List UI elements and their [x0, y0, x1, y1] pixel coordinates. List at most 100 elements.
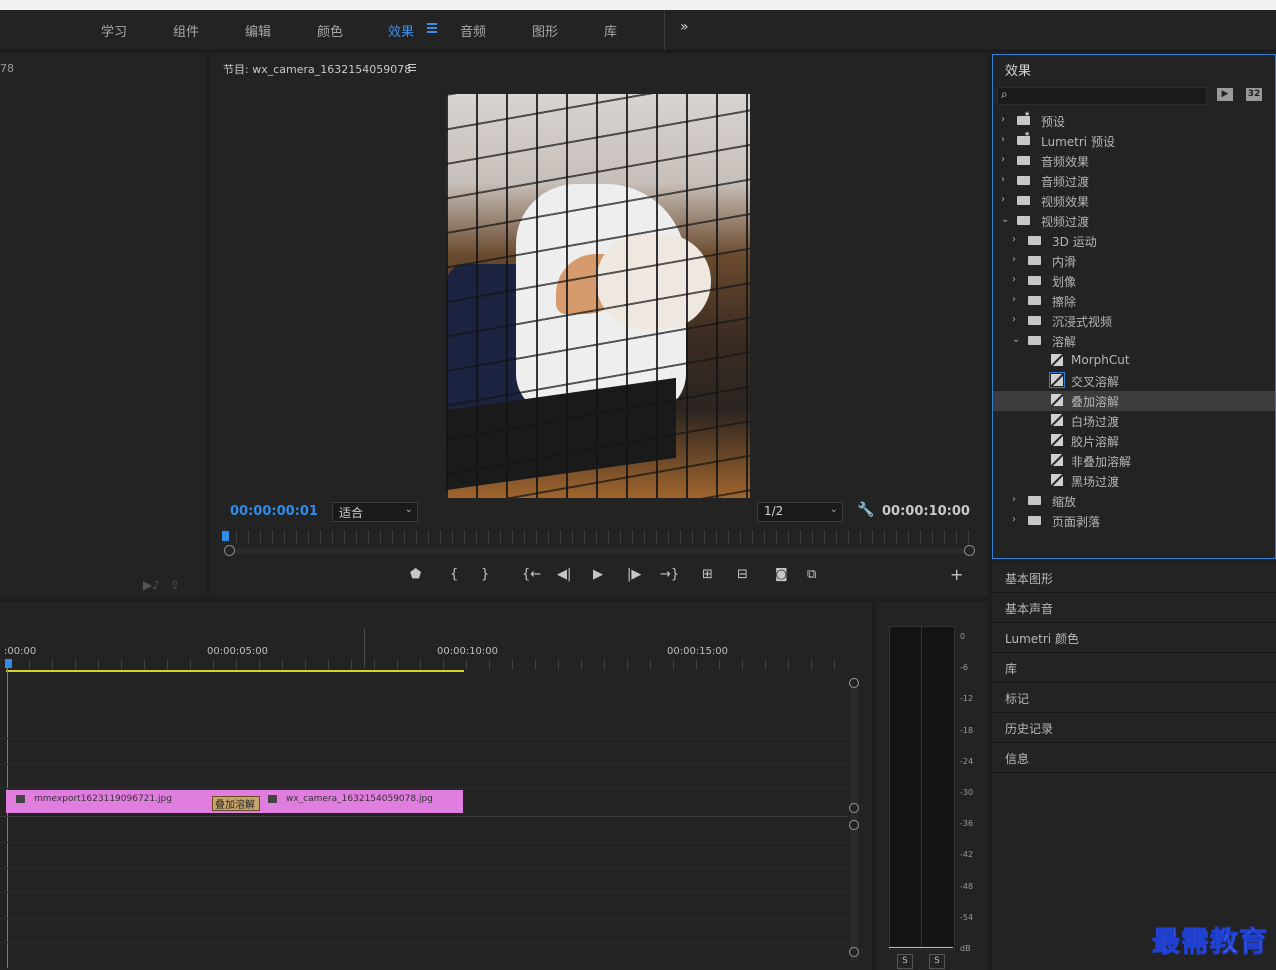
effects-tree-item[interactable]: ⌄ 溶解	[993, 331, 1275, 351]
step-back-icon[interactable]: ◀|	[557, 567, 571, 582]
add-icon[interactable]: +	[950, 565, 963, 584]
workspace-tab-learn[interactable]: 学习	[101, 21, 127, 40]
chevron-right-icon[interactable]: ›	[1012, 494, 1016, 505]
workspace-tab-assembly[interactable]: 组件	[173, 21, 199, 40]
effects-tree-item[interactable]: › 缩放	[993, 491, 1275, 511]
settings-wrench-icon[interactable]: 🔧	[857, 502, 874, 518]
effects-tree-label: 溶解	[1052, 335, 1077, 349]
workspace-more-icon[interactable]: »	[680, 19, 689, 35]
workspace-tab-graphics[interactable]: 图形	[532, 21, 558, 40]
zoom-handle-left[interactable]	[224, 545, 235, 556]
scroll-handle[interactable]	[849, 678, 859, 688]
workspace-tab-effects[interactable]: 效果	[388, 21, 414, 40]
effects-tree-item[interactable]: › 沉浸式视频	[993, 311, 1275, 331]
chevron-down-icon[interactable]: ⌄	[1001, 214, 1009, 225]
marker-icon[interactable]: ⬟	[410, 567, 421, 582]
play-icon[interactable]: ▶	[593, 567, 603, 582]
workspace-tab-audio[interactable]: 音频	[460, 21, 486, 40]
accelerated-effects-icon[interactable]: ▶	[1217, 88, 1233, 101]
effects-tree-item[interactable]: 黑场过渡	[993, 471, 1275, 491]
effects-search-input[interactable]: ⌕	[997, 87, 1207, 105]
collapsed-panel-header[interactable]: 库	[992, 653, 1276, 683]
lift-icon[interactable]: ⊞	[702, 567, 713, 582]
effects-tree-item[interactable]: 叠加溶解	[993, 391, 1275, 411]
go-to-out-icon[interactable]: →}	[660, 567, 679, 582]
solo-button-left[interactable]: S	[897, 954, 913, 969]
chevron-right-icon[interactable]: ›	[1012, 314, 1016, 325]
effects-tree-item[interactable]: › 3D 运动	[993, 231, 1275, 251]
compare-icon[interactable]: ⧉	[807, 567, 816, 582]
scroll-handle[interactable]	[849, 820, 859, 830]
collapsed-panel-header[interactable]: 信息	[992, 743, 1276, 773]
meter-db-label: -54	[960, 912, 974, 922]
effects-tree-item[interactable]: › 音频过渡	[993, 171, 1275, 191]
workspace-tab-editing[interactable]: 编辑	[245, 21, 271, 40]
fit-select[interactable]: 适合 ⌄	[332, 502, 418, 522]
chevron-right-icon[interactable]: ›	[1001, 154, 1005, 165]
chevron-right-icon[interactable]: ›	[1001, 194, 1005, 205]
zoom-handle-right[interactable]	[964, 545, 975, 556]
effects-tree-item[interactable]: 非叠加溶解	[993, 451, 1275, 471]
go-to-in-icon[interactable]: {←	[522, 567, 541, 582]
32bit-effects-button[interactable]: 32	[1246, 88, 1262, 101]
effects-tree-item[interactable]: 白场过渡	[993, 411, 1275, 431]
mark-in-icon[interactable]: {	[450, 567, 458, 582]
chevron-right-icon[interactable]: ›	[1012, 274, 1016, 285]
timeline-playhead[interactable]	[5, 659, 12, 668]
program-video-frame[interactable]	[446, 94, 750, 498]
chevron-right-icon[interactable]: ›	[1001, 134, 1005, 145]
collapsed-panel-header[interactable]: Lumetri 颜色	[992, 623, 1276, 653]
chevron-right-icon[interactable]: ›	[1001, 114, 1005, 125]
collapsed-panel-title: 信息	[1005, 752, 1030, 766]
effects-tree-item[interactable]: 交叉溶解	[993, 371, 1275, 391]
effects-tree-item[interactable]: › 擦除	[993, 291, 1275, 311]
solo-button-right[interactable]: S	[929, 954, 945, 969]
chevron-right-icon[interactable]: ›	[1012, 254, 1016, 265]
work-area-bar[interactable]	[6, 670, 464, 672]
current-timecode[interactable]: 00:00:00:01	[230, 504, 318, 519]
workspace-tab-libraries[interactable]: 库	[604, 21, 617, 40]
step-forward-icon[interactable]: |▶	[627, 567, 641, 582]
program-playhead[interactable]	[222, 531, 229, 541]
collapsed-panel-header[interactable]: 标记	[992, 683, 1276, 713]
timeline-ruler[interactable]	[6, 660, 846, 669]
effects-tree-item[interactable]: › 页面剥落	[993, 511, 1275, 531]
insert-icon[interactable]: ▶♪	[143, 578, 160, 592]
scroll-handle[interactable]	[849, 803, 859, 813]
chevron-right-icon[interactable]: ›	[1001, 174, 1005, 185]
timeline-clip[interactable]: mmexport1623119096721.jpg	[6, 790, 234, 813]
effects-tree-item[interactable]: ⌄ 视频过渡	[993, 211, 1275, 231]
effects-tree-item[interactable]: › 内滑	[993, 251, 1275, 271]
folder-icon	[1028, 256, 1041, 265]
effects-tree-item[interactable]: › 视频效果	[993, 191, 1275, 211]
effects-tree-item[interactable]: › 音频效果	[993, 151, 1275, 171]
collapsed-panel-header[interactable]: 基本声音	[992, 593, 1276, 623]
program-monitor-title[interactable]: 节目: wx_camera_1632154059078	[223, 61, 411, 77]
chevron-down-icon[interactable]: ⌄	[1012, 334, 1020, 345]
program-time-ruler[interactable]	[224, 530, 970, 544]
camera-icon[interactable]: ◙	[775, 567, 788, 582]
effects-tree-item[interactable]: › 预设	[993, 110, 1275, 131]
chevron-right-icon[interactable]: ›	[1012, 514, 1016, 525]
program-zoom-scrollbar[interactable]	[228, 548, 968, 554]
collapsed-panel-header[interactable]: 基本图形	[992, 563, 1276, 593]
effects-panel-title[interactable]: 效果	[1005, 60, 1031, 79]
resolution-select[interactable]: 1/2 ⌄	[757, 502, 843, 522]
effects-tree-item[interactable]: › Lumetri 预设	[993, 130, 1275, 151]
mark-out-icon[interactable]: }	[481, 567, 489, 582]
effects-tree-item[interactable]: 胶片溶解	[993, 431, 1275, 451]
chevron-right-icon[interactable]: ›	[1012, 294, 1016, 305]
export-frame-icon[interactable]: ⇪	[170, 578, 180, 592]
extract-icon[interactable]: ⊟	[737, 567, 748, 582]
panel-menu-icon[interactable]	[408, 64, 416, 73]
chevron-right-icon[interactable]: ›	[1012, 234, 1016, 245]
effects-tree-item[interactable]: MorphCut	[993, 351, 1275, 371]
workspace-tab-color[interactable]: 颜色	[317, 21, 343, 40]
scroll-handle[interactable]	[849, 947, 859, 957]
transition-clip[interactable]: 叠加溶解	[212, 796, 260, 811]
collapsed-panel-header[interactable]: 历史记录	[992, 713, 1276, 743]
effects-tree-item[interactable]: › 划像	[993, 271, 1275, 291]
timeline-clip[interactable]: wx_camera_1632154059078.jpg	[234, 790, 463, 813]
workspace-menu-icon[interactable]	[427, 23, 437, 35]
source-monitor-panel: 78 ▶♪ ⇪	[0, 54, 206, 596]
